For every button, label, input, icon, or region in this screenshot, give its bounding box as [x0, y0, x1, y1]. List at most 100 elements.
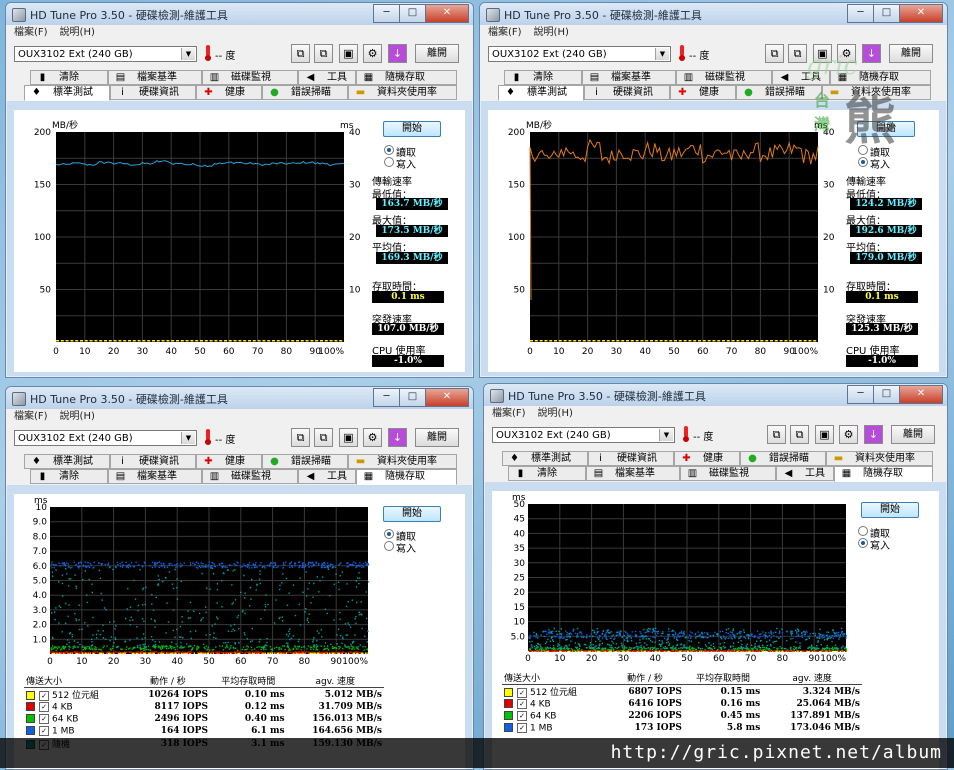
tab-random-access[interactable]: ▦ 隨機存取 [834, 466, 933, 482]
size-cell[interactable]: ✓ 1 MB [502, 722, 606, 734]
tab-folder-usage[interactable]: ▬ 資料夾使用率 [826, 451, 933, 466]
tab-info[interactable]: i 硬碟資訊 [110, 85, 196, 100]
copy-info-button[interactable]: ⧉ [291, 44, 310, 63]
write-radio[interactable]: 寫入 [858, 156, 890, 171]
options-button[interactable]: ⚙ [363, 44, 382, 63]
tab-file-benchmark[interactable]: ▤ 檔案基準 [108, 469, 202, 484]
tab-tools[interactable]: ◀ 工具 [776, 466, 834, 481]
menu-help[interactable]: 說明(H) [538, 406, 573, 422]
copy-info-button[interactable]: ⧉ [767, 425, 786, 444]
minimize-button[interactable]: ─ [847, 4, 874, 23]
tab-tools[interactable]: ◀ 工具 [298, 469, 356, 484]
tab-folder-usage[interactable]: ▬ 資料夾使用率 [348, 85, 457, 100]
write-radio[interactable]: 寫入 [858, 537, 890, 552]
tab-file-benchmark[interactable]: ▤ 檔案基準 [108, 70, 202, 85]
close-button[interactable]: ✕ [425, 4, 469, 23]
tab-info[interactable]: i 硬碟資訊 [588, 451, 674, 466]
tab-random-access[interactable]: ▦ 隨機存取 [356, 469, 457, 485]
close-button[interactable]: ✕ [899, 4, 943, 23]
tab-benchmark[interactable]: ♦ 標準測試 [24, 85, 110, 101]
start-button[interactable]: 開始 [383, 506, 441, 522]
tab-benchmark[interactable]: ♦ 標準測試 [24, 454, 110, 469]
start-button[interactable]: 開始 [861, 502, 919, 518]
minimize-button[interactable]: ─ [847, 385, 874, 404]
tab-error-scan[interactable]: ● 錯誤掃瞄 [740, 451, 826, 466]
copy-screenshot-button[interactable]: ⧉ [314, 428, 333, 447]
download-button[interactable]: ↓ [388, 44, 407, 63]
menu-help[interactable]: 說明(H) [60, 409, 95, 425]
series-checkbox[interactable]: ✓ [517, 687, 527, 698]
drive-select[interactable]: OUX3102 Ext (240 GB) ▼ [14, 430, 197, 446]
download-button[interactable]: ↓ [864, 425, 883, 444]
drive-select[interactable]: OUX3102 Ext (240 GB) ▼ [14, 46, 197, 62]
save-button[interactable]: ▣ [339, 428, 358, 447]
tab-error-scan[interactable]: ● 錯誤掃瞄 [262, 85, 348, 100]
tab-health[interactable]: ✚ 健康 [674, 451, 740, 466]
close-button[interactable]: ✕ [899, 385, 943, 404]
tab-tools[interactable]: ◀ 工具 [298, 70, 356, 85]
options-button[interactable]: ⚙ [839, 425, 858, 444]
tab-info[interactable]: i 硬碟資訊 [110, 454, 196, 469]
tab-benchmark[interactable]: ♦ 標準測試 [502, 451, 588, 466]
write-radio[interactable]: 寫入 [384, 156, 416, 171]
save-button[interactable]: ▣ [339, 44, 358, 63]
minimize-button[interactable]: ─ [373, 4, 400, 23]
series-checkbox[interactable]: ✓ [517, 710, 527, 721]
minimize-button[interactable]: ─ [373, 388, 400, 407]
tab-health[interactable]: ✚ 健康 [196, 85, 262, 100]
options-button[interactable]: ⚙ [363, 428, 382, 447]
menu-file[interactable]: 檔案(F) [488, 25, 522, 41]
tab-disk-monitor[interactable]: ▥ 磁碟監視 [680, 466, 776, 481]
size-cell[interactable]: ✓ 1 MB [24, 725, 126, 737]
series-checkbox[interactable]: ✓ [517, 722, 527, 733]
tab-health[interactable]: ✚ 健康 [670, 85, 736, 100]
menu-file[interactable]: 檔案(F) [492, 406, 526, 422]
menu-help[interactable]: 說明(H) [534, 25, 569, 41]
menu-help[interactable]: 說明(H) [60, 25, 95, 41]
exit-button[interactable]: 離開 [891, 425, 935, 444]
size-cell[interactable]: ✓ 4 KB [502, 698, 606, 710]
tab-erase[interactable]: ▮ 清除 [504, 70, 582, 85]
size-cell[interactable]: ✓ 512 位元組 [502, 685, 606, 698]
size-cell[interactable]: ✓ 4 KB [24, 701, 126, 713]
size-cell[interactable]: ✓ 64 KB [24, 713, 126, 725]
tab-file-benchmark[interactable]: ▤ 檔案基準 [582, 70, 676, 85]
copy-info-button[interactable]: ⧉ [291, 428, 310, 447]
close-button[interactable]: ✕ [425, 388, 469, 407]
tab-info[interactable]: i 硬碟資訊 [584, 85, 670, 100]
tab-erase[interactable]: ▮ 清除 [508, 466, 586, 481]
series-checkbox[interactable]: ✓ [39, 713, 49, 724]
menu-file[interactable]: 檔案(F) [14, 25, 48, 41]
tab-folder-usage[interactable]: ▬ 資料夾使用率 [348, 454, 457, 469]
series-checkbox[interactable]: ✓ [39, 690, 49, 701]
copy-screenshot-button[interactable]: ⧉ [790, 425, 809, 444]
exit-button[interactable]: 離開 [415, 44, 459, 63]
tab-disk-monitor[interactable]: ▥ 磁碟監視 [202, 70, 298, 85]
drive-select[interactable]: OUX3102 Ext (240 GB) ▼ [488, 46, 671, 62]
menu-file[interactable]: 檔案(F) [14, 409, 48, 425]
series-checkbox[interactable]: ✓ [517, 698, 527, 709]
maximize-button[interactable]: □ [873, 385, 900, 404]
copy-info-button[interactable]: ⧉ [765, 44, 784, 63]
maximize-button[interactable]: □ [873, 4, 900, 23]
download-button[interactable]: ↓ [388, 428, 407, 447]
tab-file-benchmark[interactable]: ▤ 檔案基準 [586, 466, 680, 481]
tab-benchmark[interactable]: ♦ 標準測試 [498, 85, 584, 101]
tab-erase[interactable]: ▮ 清除 [30, 70, 108, 85]
copy-screenshot-button[interactable]: ⧉ [314, 44, 333, 63]
tab-health[interactable]: ✚ 健康 [196, 454, 262, 469]
write-radio[interactable]: 寫入 [384, 540, 416, 555]
maximize-button[interactable]: □ [399, 388, 426, 407]
drive-select[interactable]: OUX3102 Ext (240 GB) ▼ [492, 427, 675, 443]
size-cell[interactable]: ✓ 512 位元組 [24, 688, 126, 701]
tab-disk-monitor[interactable]: ▥ 磁碟監視 [202, 469, 298, 484]
series-checkbox[interactable]: ✓ [39, 701, 49, 712]
start-button[interactable]: 開始 [383, 121, 441, 137]
tab-disk-monitor[interactable]: ▥ 磁碟監視 [676, 70, 772, 85]
save-button[interactable]: ▣ [815, 425, 834, 444]
tab-error-scan[interactable]: ● 錯誤掃瞄 [262, 454, 348, 469]
maximize-button[interactable]: □ [399, 4, 426, 23]
series-checkbox[interactable]: ✓ [39, 725, 49, 736]
size-cell[interactable]: ✓ 64 KB [502, 710, 606, 722]
tab-random-access[interactable]: ▦ 隨機存取 [356, 70, 457, 85]
